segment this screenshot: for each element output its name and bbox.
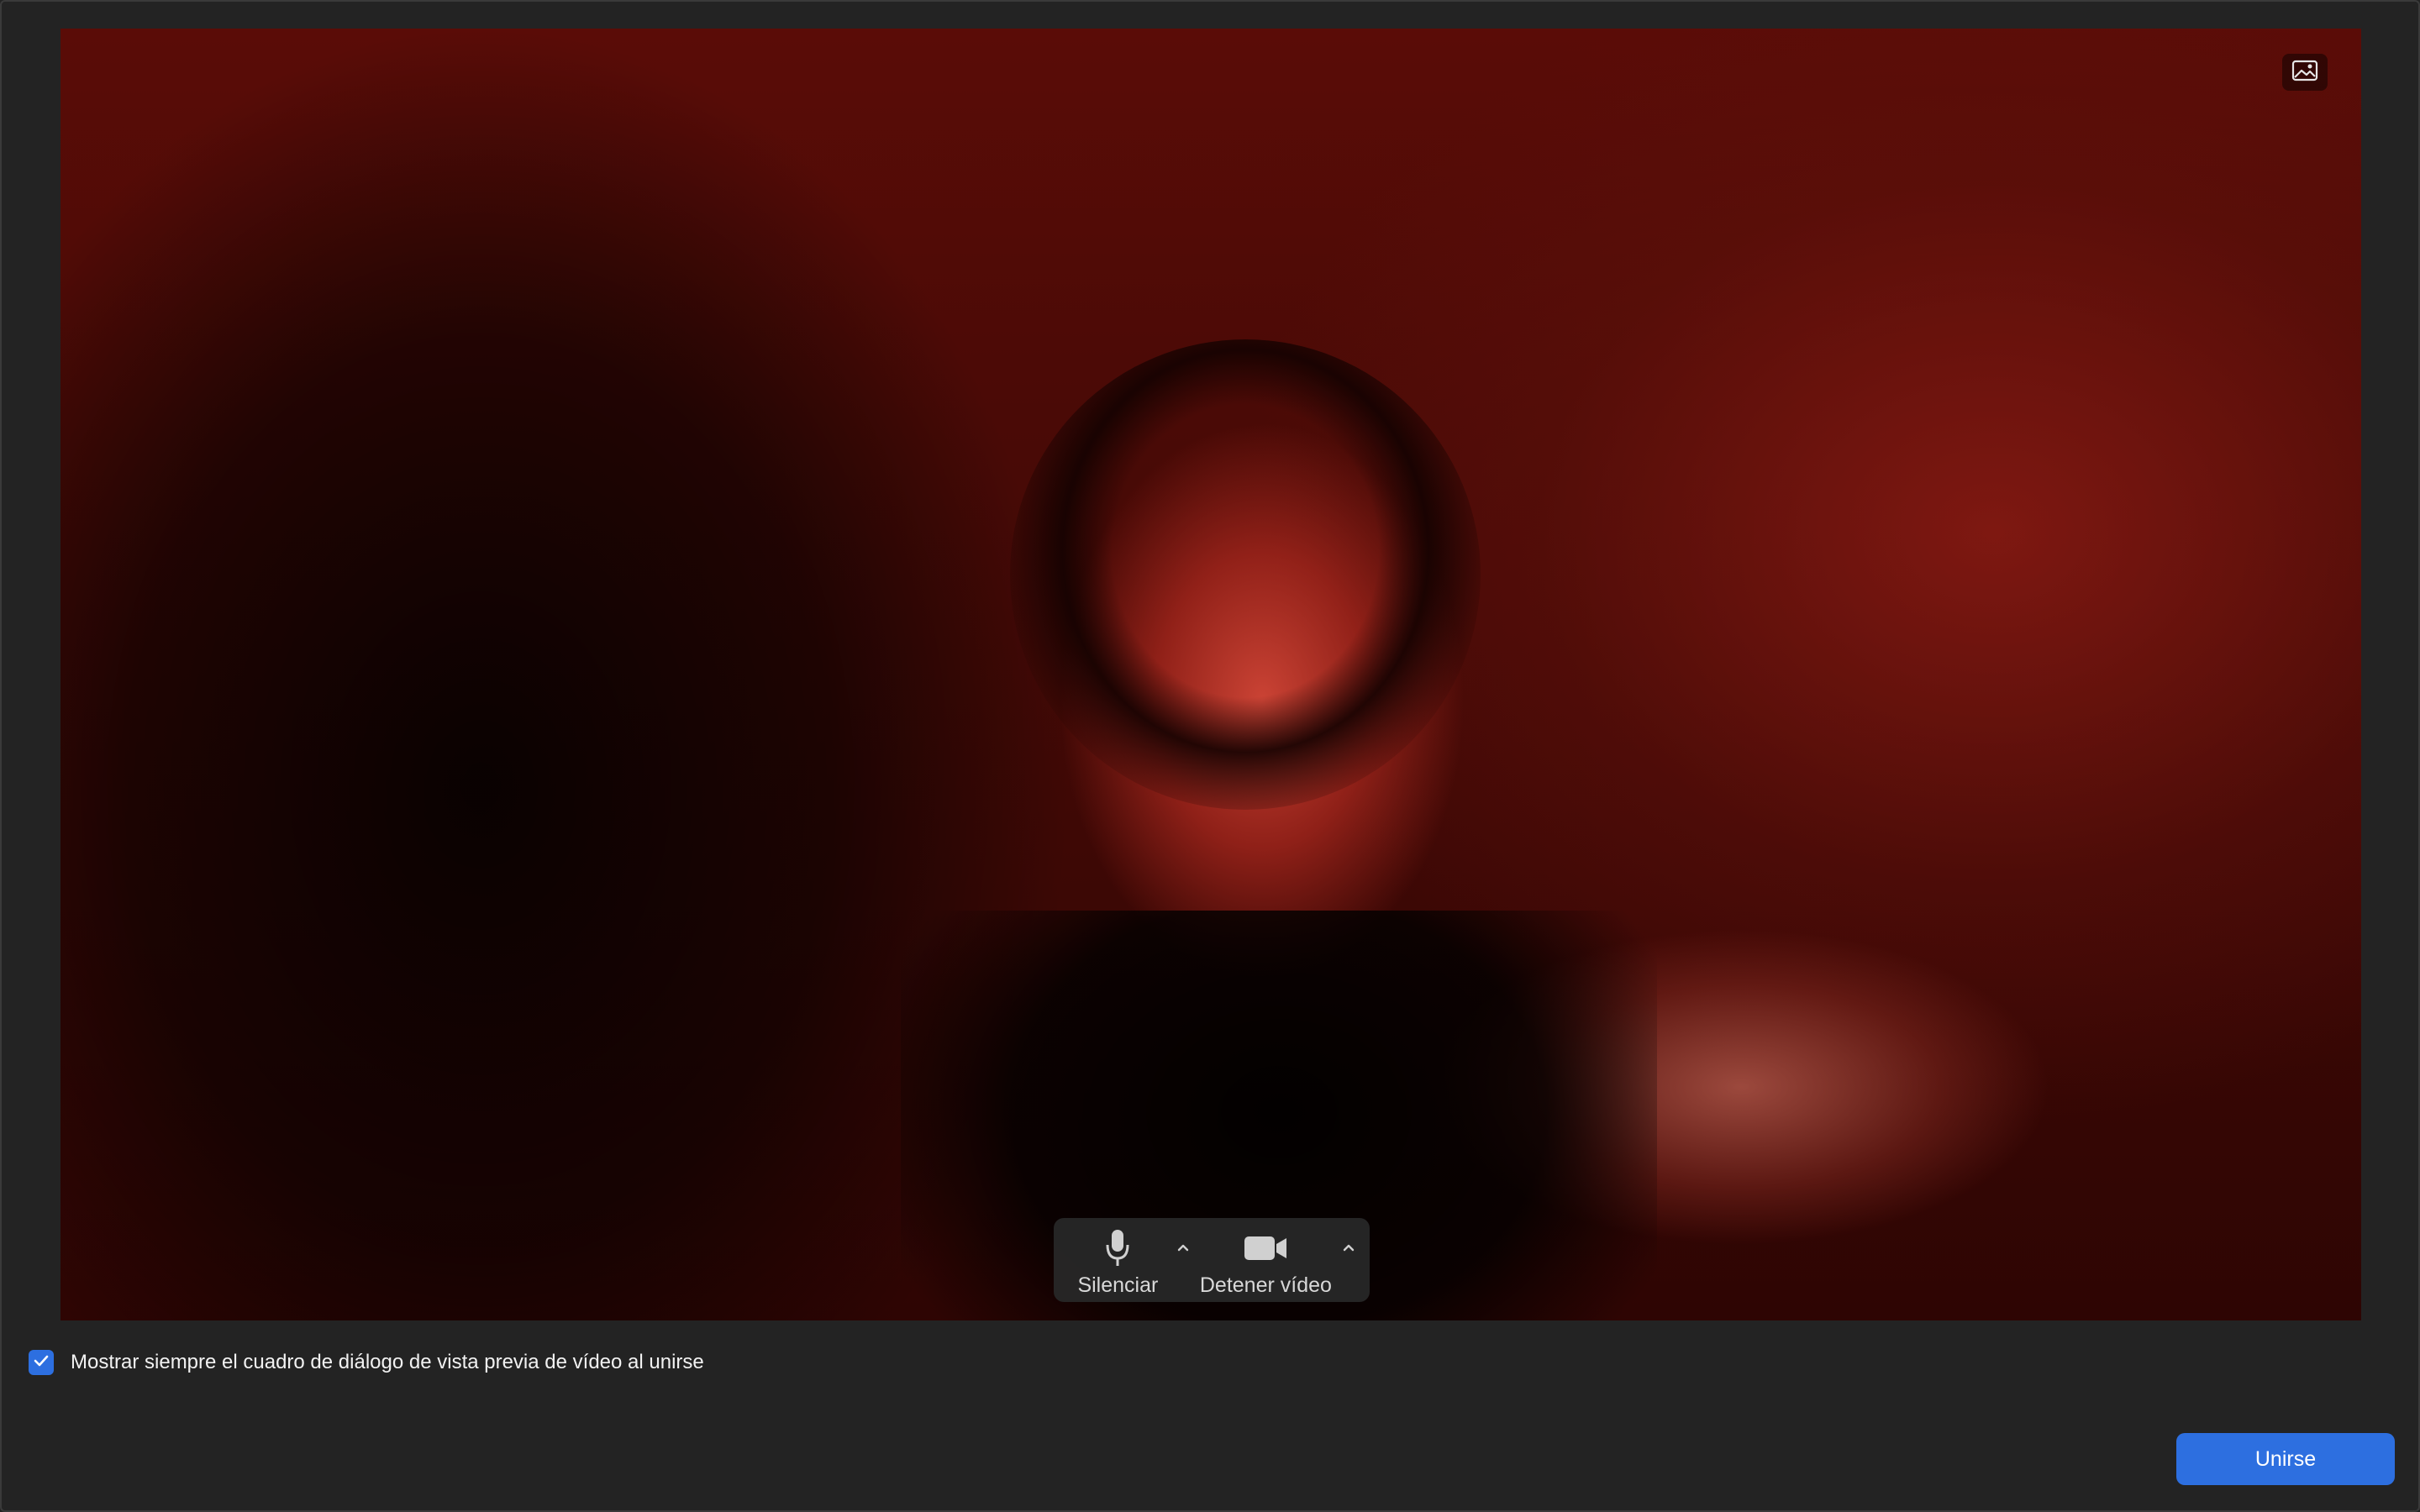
mute-button[interactable]: Silenciar <box>1064 1218 1172 1302</box>
audio-options-button[interactable] <box>1172 1218 1194 1302</box>
video-preview-window: Silenciar Detener vídeo Mostrar siempre … <box>0 0 2420 1512</box>
always-show-preview-label: Mostrar siempre el cuadro de diálogo de … <box>71 1351 704 1373</box>
stop-video-button[interactable]: Detener vídeo <box>1194 1218 1339 1302</box>
join-button[interactable]: Unirse <box>2176 1433 2395 1485</box>
virtual-background-button[interactable] <box>2282 54 2328 91</box>
image-icon <box>2291 60 2318 86</box>
video-camera-icon <box>1243 1228 1288 1268</box>
chevron-up-icon <box>1176 1242 1190 1257</box>
stop-video-label: Detener vídeo <box>1199 1273 1332 1297</box>
mute-label: Silenciar <box>1077 1273 1159 1297</box>
preview-control-bar: Silenciar Detener vídeo <box>1054 1218 1370 1302</box>
microphone-icon <box>1105 1228 1130 1268</box>
chevron-up-icon <box>1342 1242 1355 1257</box>
always-show-preview-checkbox[interactable] <box>29 1350 54 1375</box>
always-show-preview-option: Mostrar siempre el cuadro de diálogo de … <box>29 1349 704 1376</box>
video-options-button[interactable] <box>1338 1218 1360 1302</box>
camera-preview: Silenciar Detener vídeo <box>60 29 2361 1320</box>
preview-shading <box>1010 339 1481 810</box>
checkmark-icon <box>33 1354 50 1372</box>
